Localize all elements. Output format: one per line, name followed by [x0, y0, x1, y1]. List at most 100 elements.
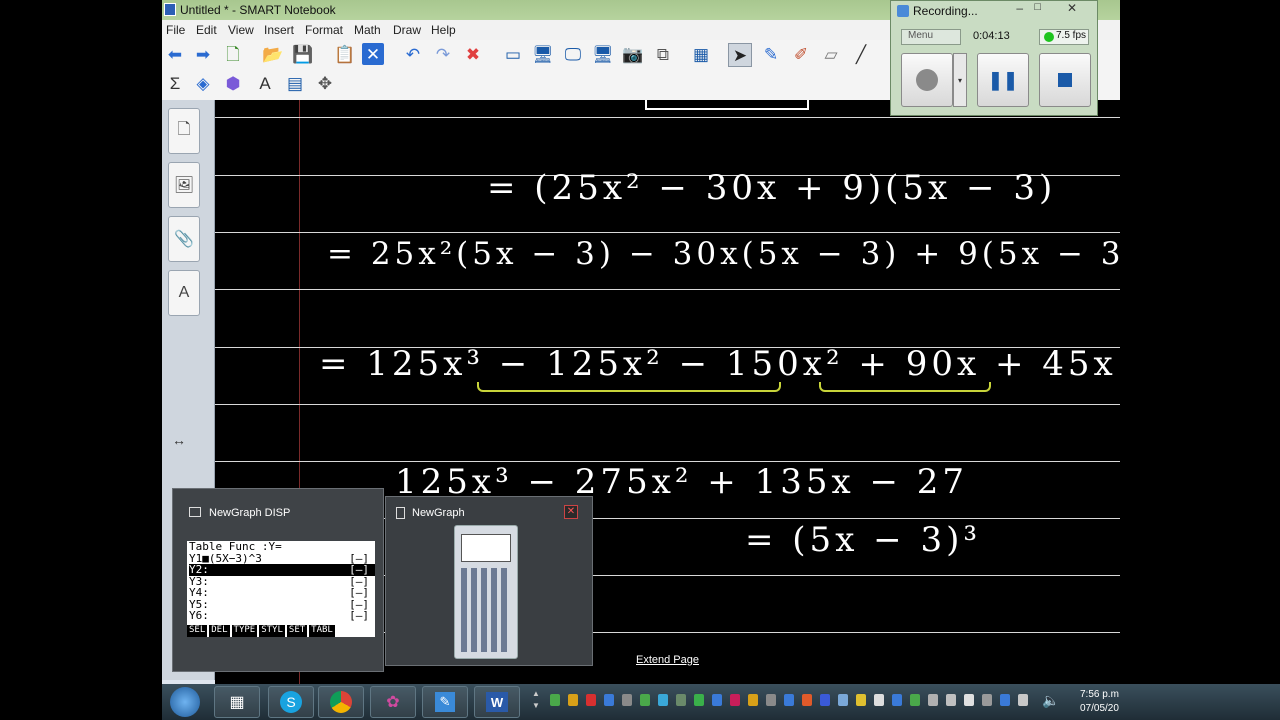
- minimize-icon[interactable]: –: [1016, 1, 1023, 15]
- forward-arrow-icon[interactable]: ➡: [192, 43, 214, 65]
- tray-icon[interactable]: [1018, 694, 1028, 706]
- properties-tab[interactable]: A: [168, 270, 200, 316]
- shape-icon[interactable]: ⬢: [222, 72, 244, 94]
- delete-page-icon[interactable]: ✕: [362, 43, 384, 65]
- delete-icon[interactable]: ✖: [462, 43, 484, 65]
- tray-icon[interactable]: [640, 694, 650, 706]
- document-camera-icon[interactable]: ⧉: [652, 43, 674, 65]
- back-arrow-icon[interactable]: ⬅: [164, 43, 186, 65]
- creative-pen-icon[interactable]: ✐: [790, 43, 812, 65]
- table-icon[interactable]: ▦: [690, 43, 712, 65]
- measurement-tools-icon[interactable]: ◈: [192, 72, 214, 94]
- tray-icon[interactable]: [784, 694, 794, 706]
- redo-icon[interactable]: ↷: [432, 43, 454, 65]
- newgraph-window[interactable]: NewGraph ✕: [385, 496, 593, 666]
- save-icon[interactable]: 💾: [292, 43, 314, 65]
- line-icon[interactable]: ╱: [850, 43, 872, 65]
- tray-icon[interactable]: [712, 694, 722, 706]
- screen-shade-icon[interactable]: ▭: [502, 43, 524, 65]
- recorder-menu-dropdown[interactable]: Menu: [901, 29, 961, 45]
- open-folder-icon[interactable]: 📂: [262, 43, 284, 65]
- pen-icon[interactable]: ✎: [760, 43, 782, 65]
- attachments-tab[interactable]: 📎: [168, 216, 200, 262]
- tray-icon[interactable]: [820, 694, 830, 706]
- taskbar-scroll[interactable]: ▲ ▼: [532, 688, 540, 712]
- paste-icon[interactable]: 📋: [334, 43, 356, 65]
- transparent-background-icon[interactable]: 🖥: [592, 43, 614, 65]
- record-options-dropdown[interactable]: ▾: [953, 53, 967, 107]
- text-icon[interactable]: A: [254, 72, 276, 94]
- undo-icon[interactable]: ↶: [402, 43, 424, 65]
- tray-icon[interactable]: [910, 694, 920, 706]
- tray-icon[interactable]: [748, 694, 758, 706]
- menu-help[interactable]: Help: [431, 23, 456, 37]
- eraser-icon[interactable]: ▱: [820, 43, 842, 65]
- capture-icon[interactable]: 📷: [622, 43, 644, 65]
- record-button[interactable]: [901, 53, 953, 107]
- taskbar-chrome[interactable]: [318, 686, 364, 718]
- tray-icon[interactable]: [874, 694, 884, 706]
- new-page-icon[interactable]: 🗋: [222, 43, 244, 65]
- tray-icon[interactable]: [550, 694, 560, 706]
- tray-icon[interactable]: [568, 694, 578, 706]
- tray-icon[interactable]: [694, 694, 704, 706]
- taskbar-notebook[interactable]: ✎: [422, 686, 468, 718]
- drag-icon[interactable]: ✥: [314, 72, 336, 94]
- table-row: Y5: [—]: [189, 598, 375, 611]
- maximize-icon[interactable]: □: [1034, 1, 1041, 13]
- tray-icon[interactable]: [766, 694, 776, 706]
- tray-icon[interactable]: [622, 694, 632, 706]
- menu-math[interactable]: Math: [354, 23, 381, 37]
- calculator-screen: [461, 534, 511, 562]
- calculator-keypad: [461, 568, 511, 652]
- taskbar-calculator[interactable]: ▦: [214, 686, 260, 718]
- stop-button[interactable]: [1039, 53, 1091, 107]
- pause-button[interactable]: ❚❚: [977, 53, 1029, 107]
- newgraph-disp-window[interactable]: NewGraph DISP Table Func :Y= Y1■(5X−3)^3…: [172, 488, 384, 672]
- properties-icon[interactable]: ▤: [284, 72, 306, 94]
- tray-icon[interactable]: [802, 694, 812, 706]
- speaker-icon[interactable]: 🔈: [1042, 692, 1059, 709]
- menu-insert[interactable]: Insert: [264, 23, 294, 37]
- tray-icon[interactable]: [964, 694, 974, 706]
- close-icon[interactable]: ✕: [1067, 1, 1077, 15]
- fkey-type: TYPE: [231, 625, 258, 637]
- tray-icon[interactable]: [892, 694, 902, 706]
- tray-icon[interactable]: [676, 694, 686, 706]
- tray-icon[interactable]: [730, 694, 740, 706]
- menu-view[interactable]: View: [228, 23, 254, 37]
- show-full-screen-icon[interactable]: 🖥: [532, 43, 554, 65]
- taskbar-word[interactable]: W: [474, 686, 520, 718]
- calculator-thumbnail[interactable]: [454, 525, 518, 659]
- tray-icon[interactable]: [604, 694, 614, 706]
- fkey-del: DEL: [209, 625, 230, 637]
- menu-draw[interactable]: Draw: [393, 23, 421, 37]
- menu-format[interactable]: Format: [305, 23, 343, 37]
- tray-icon[interactable]: [1000, 694, 1010, 706]
- menu-edit[interactable]: Edit: [196, 23, 217, 37]
- menu-file[interactable]: File: [166, 23, 185, 37]
- taskbar-app[interactable]: ✿: [370, 686, 416, 718]
- taskbar-clock[interactable]: 7:56 p.m 07/05/20: [1080, 688, 1119, 716]
- tray-icon[interactable]: [856, 694, 866, 706]
- handwritten-line-3: = 125x³ − 125x² − 150x² + 90x + 45x − 27: [319, 344, 1120, 384]
- properties-icon: A: [178, 284, 190, 301]
- ruled-line: [215, 404, 1120, 405]
- dual-display-icon[interactable]: 🖵: [562, 43, 584, 65]
- tray-icon[interactable]: [946, 694, 956, 706]
- sigma-icon[interactable]: Σ: [164, 72, 186, 94]
- extend-page-link[interactable]: Extend Page: [636, 654, 699, 666]
- select-pointer-icon[interactable]: ➤: [728, 43, 752, 67]
- panel-resize-icon[interactable]: ↔: [172, 432, 186, 448]
- gallery-tab[interactable]: 🖼: [168, 162, 200, 208]
- start-button[interactable]: [170, 687, 200, 717]
- tray-icon[interactable]: [586, 694, 596, 706]
- tray-icon[interactable]: [838, 694, 848, 706]
- tray-icon[interactable]: [928, 694, 938, 706]
- close-icon[interactable]: ✕: [564, 505, 578, 519]
- tray-icon[interactable]: [658, 694, 668, 706]
- page-sorter-tab[interactable]: 🗋: [168, 108, 200, 154]
- screen-recorder-widget: Recording... – □ ✕ Menu 0:04:13 7.5 fps …: [890, 0, 1098, 116]
- tray-icon[interactable]: [982, 694, 992, 706]
- taskbar-skype[interactable]: S: [268, 686, 314, 718]
